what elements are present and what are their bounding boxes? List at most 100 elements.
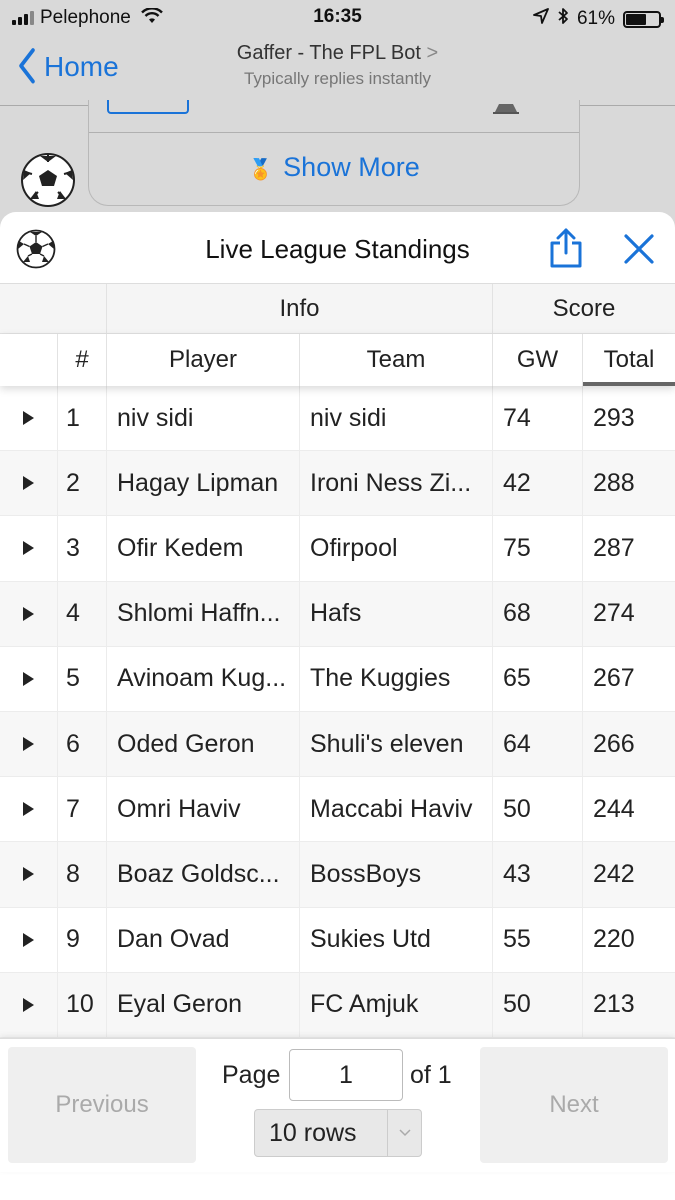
page-controls: Page 1 of 1 10 rows: [200, 1049, 475, 1169]
team-cell: Hafs: [300, 581, 493, 646]
battery-icon: [623, 10, 664, 28]
column-header-player[interactable]: Player: [107, 334, 300, 386]
expand-triangle-icon: [23, 997, 34, 1012]
bluetooth-icon: [557, 7, 569, 31]
row-expander[interactable]: [0, 777, 58, 842]
divider: [89, 132, 579, 133]
table-body: 1 niv sidi niv sidi 74 293 2 Hagay Lipman Ironi…: [0, 386, 675, 1038]
card-button[interactable]: [107, 100, 189, 114]
row-expander[interactable]: [0, 646, 58, 711]
rows-per-page-select[interactable]: 10 rows: [254, 1109, 422, 1157]
group-header-blank: [0, 284, 107, 333]
gw-cell: 50: [493, 972, 583, 1037]
player-cell: Ofir Kedem: [107, 516, 300, 581]
team-cell: FC Amjuk: [300, 972, 493, 1037]
total-cell: 287: [593, 533, 635, 562]
expand-triangle-icon: [23, 476, 34, 491]
column-header-total[interactable]: Total: [583, 334, 675, 386]
chat-title[interactable]: Gaffer - The FPL Bot >: [0, 42, 675, 65]
rank-cell: 3: [58, 516, 107, 581]
page-input[interactable]: 1: [289, 1049, 403, 1101]
show-more-label: Show More: [283, 152, 420, 182]
player-cell: Oded Geron: [107, 711, 300, 777]
total-cell: 244: [593, 794, 635, 823]
rank-cell: 6: [58, 711, 107, 777]
team-cell: Ofirpool: [300, 516, 493, 581]
total-cell: 274: [593, 599, 635, 628]
rank-cell: 5: [58, 646, 107, 711]
rank-cell: 8: [58, 842, 107, 907]
total-cell: 293: [593, 403, 635, 432]
expand-triangle-icon: [23, 606, 34, 621]
gw-cell: 42: [493, 451, 583, 516]
row-expander[interactable]: [0, 386, 58, 451]
gw-cell: 55: [493, 907, 583, 972]
status-bar: Pelephone 16:35 61%: [0, 0, 675, 36]
show-more-button[interactable]: 🏅 Show More: [89, 152, 579, 183]
rank-cell: 7: [58, 777, 107, 842]
table-row[interactable]: 5 Avinoam Kug... The Kuggies 65 267: [0, 646, 675, 712]
player-cell: Avinoam Kug...: [107, 646, 300, 711]
player-cell: Dan Ovad: [107, 907, 300, 972]
row-expander[interactable]: [0, 451, 58, 516]
rank-cell: 10: [58, 972, 107, 1037]
gw-cell: 68: [493, 581, 583, 646]
row-expander[interactable]: [0, 907, 58, 972]
rows-per-page-value: 10 rows: [269, 1118, 357, 1147]
column-header-expander: [0, 334, 58, 386]
rank-cell: 4: [58, 581, 107, 646]
expand-triangle-icon: [23, 737, 34, 752]
background-chat: Pelephone 16:35 61% Home Gaffer - The FP…: [0, 0, 675, 240]
column-header-gw[interactable]: GW: [493, 334, 583, 386]
player-cell: niv sidi: [107, 386, 300, 451]
player-cell: Eyal Geron: [107, 972, 300, 1037]
group-header-score: Score: [552, 294, 616, 322]
table-row[interactable]: 4 Shlomi Haffn... Hafs 68 274: [0, 581, 675, 647]
table-row[interactable]: 3 Ofir Kedem Ofirpool 75 287: [0, 516, 675, 582]
row-expander[interactable]: [0, 581, 58, 646]
chat-card: 🏅 Show More: [88, 100, 580, 206]
row-expander[interactable]: [0, 711, 58, 777]
gw-cell: 75: [493, 516, 583, 581]
table-row[interactable]: 7 Omri Haviv Maccabi Haviv 50 244: [0, 777, 675, 843]
close-icon[interactable]: [622, 232, 656, 266]
rank-cell: 2: [58, 451, 107, 516]
table-column-header: # Player Team GW Total: [0, 334, 675, 386]
team-cell: Shuli's eleven: [300, 711, 493, 777]
team-cell: The Kuggies: [300, 646, 493, 711]
pagination: Previous Page 1 of 1 10 rows Next: [0, 1038, 675, 1172]
row-expander[interactable]: [0, 516, 58, 581]
column-header-team[interactable]: Team: [300, 334, 493, 386]
team-cell: Ironi Ness Zi...: [300, 451, 493, 516]
nav-bar: Home Gaffer - The FPL Bot > Typically re…: [0, 36, 675, 106]
expand-triangle-icon: [23, 932, 34, 947]
expand-triangle-icon: [23, 671, 34, 686]
total-cell: 266: [593, 729, 635, 758]
table-group-header: Info Score: [0, 284, 675, 334]
chat-subtitle: Typically replies instantly: [243, 69, 432, 88]
total-cell: 220: [593, 925, 635, 954]
expand-triangle-icon: [23, 411, 34, 426]
table-row[interactable]: 10 Eyal Geron FC Amjuk 50 213: [0, 972, 675, 1038]
table-row[interactable]: 8 Boaz Goldsc... BossBoys 43 242: [0, 842, 675, 908]
table-row[interactable]: 1 niv sidi niv sidi 74 293: [0, 386, 675, 452]
total-cell: 288: [593, 468, 635, 497]
chevron-down-icon: [387, 1110, 421, 1156]
total-cell: 213: [593, 990, 635, 1019]
row-expander[interactable]: [0, 842, 58, 907]
table-row[interactable]: 2 Hagay Lipman Ironi Ness Zi... 42 288: [0, 451, 675, 517]
total-cell: 242: [593, 859, 635, 888]
bot-avatar: [21, 153, 75, 207]
previous-button[interactable]: Previous: [8, 1047, 196, 1163]
table-row[interactable]: 9 Dan Ovad Sukies Utd 55 220: [0, 907, 675, 973]
expand-triangle-icon: [23, 802, 34, 817]
total-cell: 267: [593, 664, 635, 693]
row-expander[interactable]: [0, 972, 58, 1037]
chevron-right-icon: >: [426, 42, 439, 64]
player-cell: Hagay Lipman: [107, 451, 300, 516]
location-icon: [533, 8, 549, 30]
column-header-rank[interactable]: #: [58, 334, 107, 386]
next-button[interactable]: Next: [480, 1047, 668, 1163]
table-row[interactable]: 6 Oded Geron Shuli's eleven 64 266: [0, 711, 675, 778]
share-icon[interactable]: [548, 228, 584, 268]
